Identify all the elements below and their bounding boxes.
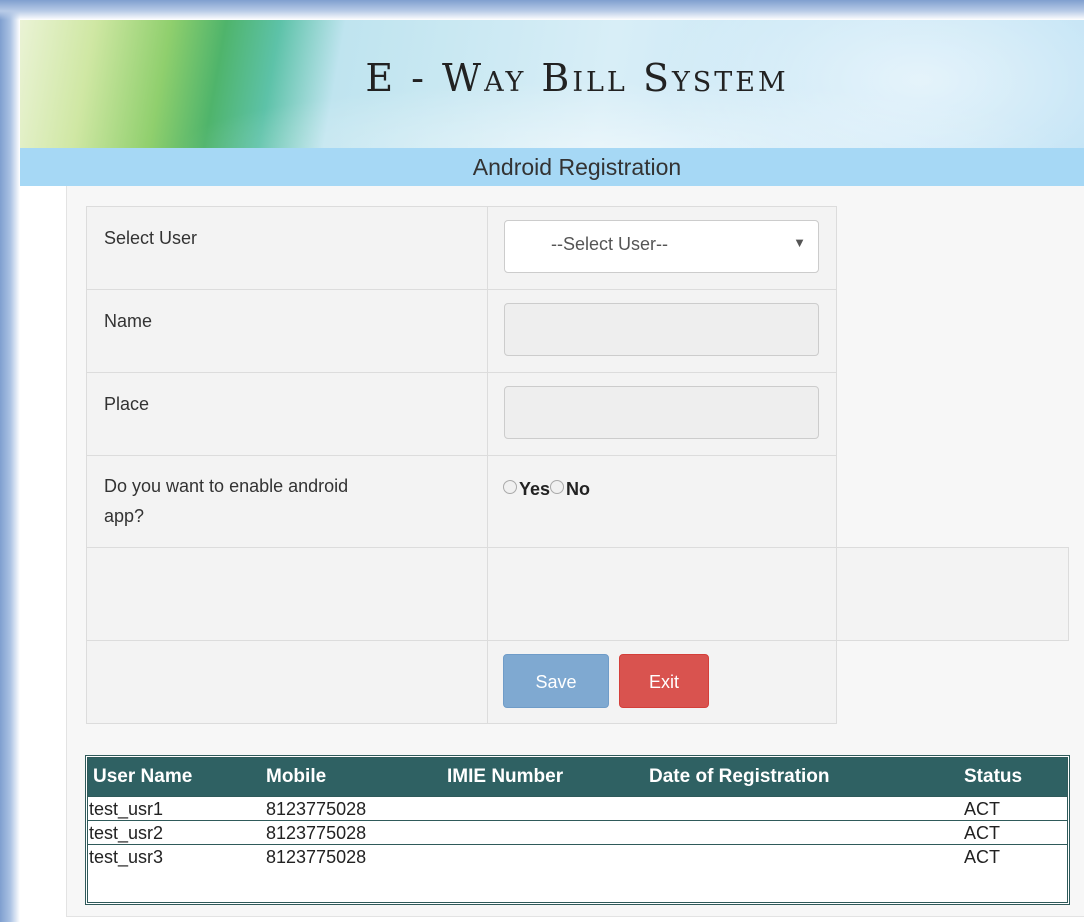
cell-mobile: 8123775028	[266, 847, 367, 867]
page-subtitle: Android Registration	[472, 154, 682, 180]
place-label: Place	[104, 394, 150, 414]
registrations-table: User Name Mobile IMIE Number Date of Reg…	[85, 755, 1070, 905]
select-user-dropdown[interactable]: --Select User-- ▼	[504, 220, 819, 273]
save-button[interactable]: Save	[503, 654, 609, 708]
radio-no-label[interactable]: No	[566, 479, 590, 499]
exit-button[interactable]: Exit	[619, 654, 709, 708]
col-date-of-registration: Date of Registration	[649, 766, 830, 787]
select-user-value: --Select User--	[551, 234, 669, 254]
col-status: Status	[964, 766, 1023, 787]
cell-empty-right	[836, 547, 1069, 641]
radio-no[interactable]	[550, 480, 565, 495]
radio-yes[interactable]	[503, 480, 517, 495]
cell-actions-left	[86, 640, 488, 724]
name-label: Name	[104, 311, 153, 331]
table-row[interactable]: test_usr3 8123775028 ACT	[88, 844, 1067, 869]
site-title: E - Way Bill System	[365, 56, 789, 100]
col-imie-number: IMIE Number	[447, 766, 564, 787]
cell-enable-options	[487, 455, 837, 548]
enable-question-line1: Do you want to enable android	[104, 476, 349, 496]
col-mobile: Mobile	[266, 766, 327, 787]
select-user-label: Select User	[104, 228, 198, 248]
cell-status: ACT	[964, 799, 1000, 819]
col-user-name: User Name	[93, 766, 193, 787]
cell-enable-label	[86, 455, 488, 548]
place-input[interactable]	[504, 386, 819, 439]
cell-status: ACT	[964, 823, 1000, 843]
cell-status: ACT	[964, 847, 1000, 867]
enable-radio-group: Yes No	[503, 478, 590, 500]
table-row[interactable]: test_usr1 8123775028 ACT	[88, 796, 1067, 821]
table-row[interactable]: test_usr2 8123775028 ACT	[88, 820, 1067, 845]
enable-question-line2: app?	[104, 506, 145, 526]
cell-user-name: test_usr2	[89, 823, 164, 843]
cell-empty-mid	[487, 547, 837, 641]
cell-empty-left	[86, 547, 488, 641]
cell-mobile: 8123775028	[266, 799, 367, 819]
window-shadow-top	[0, 0, 1084, 20]
cell-user-name: test_usr1	[89, 799, 164, 819]
radio-yes-label[interactable]: Yes	[519, 479, 550, 499]
window-shadow-left	[0, 0, 20, 922]
cell-mobile: 8123775028	[266, 823, 367, 843]
name-input[interactable]	[504, 303, 819, 356]
caret-down-icon: ▼	[793, 235, 806, 250]
cell-user-name: test_usr3	[89, 847, 164, 867]
table-header: User Name Mobile IMIE Number Date of Reg…	[88, 758, 1067, 796]
